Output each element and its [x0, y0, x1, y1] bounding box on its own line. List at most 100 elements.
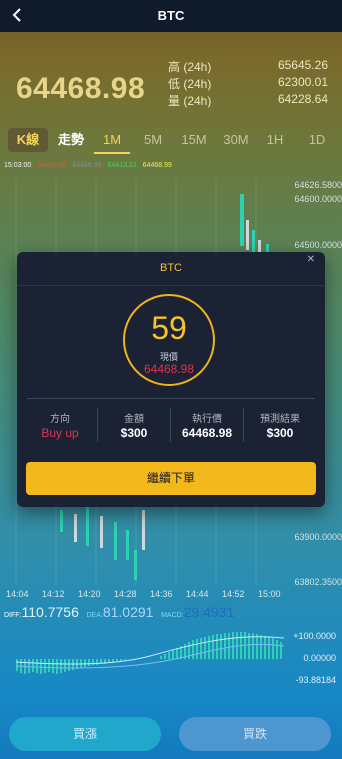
macd-bar: [160, 656, 162, 659]
stat-label: 低 (24h): [168, 77, 212, 91]
continue-order-button[interactable]: 繼續下單: [26, 462, 316, 495]
field-value: Buy up: [41, 426, 79, 440]
macd-bar: [56, 659, 58, 674]
close-icon[interactable]: ✕: [307, 254, 315, 265]
field-label: 金額: [124, 414, 144, 425]
macd-bar: [216, 634, 218, 659]
divider: [27, 398, 315, 399]
field-value: $300: [266, 426, 294, 440]
price-axis-label: 63802.3500: [294, 577, 342, 587]
macd-bar: [268, 637, 270, 659]
time-axis-label: 14:12: [42, 589, 65, 599]
field-value: 64468.98: [181, 426, 233, 440]
tab-interval-30m[interactable]: 30M: [218, 128, 254, 152]
macd-bar: [124, 659, 126, 660]
stat-label: 量 (24h): [168, 94, 212, 108]
candle: [100, 516, 103, 548]
indicator-value: 64468.98: [72, 162, 102, 169]
stats-24h: 高 (24h) 65645.26 低 (24h) 62300.01 量 (24h…: [168, 58, 328, 109]
macd-bar: [96, 659, 98, 665]
candle: [252, 230, 255, 254]
macd-bar: [256, 634, 258, 659]
indicator-time: 15:03:00: [4, 162, 32, 169]
tab-interval-15m[interactable]: 15M: [176, 128, 212, 152]
time-axis-label: 14:52: [222, 589, 245, 599]
indicator-value: 64468.99: [142, 162, 172, 169]
separator: [170, 408, 171, 442]
stat-label: 高 (24h): [168, 60, 212, 74]
time-axis-label: 14:36: [150, 589, 173, 599]
dea-label: DEA:: [86, 612, 103, 619]
macd-bar: [48, 659, 50, 672]
candle: [246, 220, 249, 250]
price-axis-label: 64600.0000: [294, 194, 342, 204]
candle: [142, 510, 145, 550]
tab-interval-1m[interactable]: 1M: [94, 128, 130, 154]
separator: [97, 408, 98, 442]
tab-interval-1h[interactable]: 1H: [260, 128, 290, 152]
field-strike-price: 執行價 64468.98: [172, 410, 242, 440]
macd-label: MACD:: [161, 612, 184, 619]
diff-value: 110.7756: [21, 604, 79, 620]
candle: [114, 522, 117, 560]
buy-down-button[interactable]: 買跌: [179, 717, 331, 751]
time-axis-label: 14:44: [186, 589, 209, 599]
tab-interval-1d[interactable]: 1D: [302, 128, 332, 152]
macd-bar: [32, 659, 34, 672]
tab-interval-5m[interactable]: 5M: [138, 128, 168, 152]
macd-bar: [196, 639, 198, 659]
top-bar: BTC: [0, 0, 342, 32]
macd-bar: [16, 659, 18, 671]
field-label: 執行價: [192, 414, 222, 425]
time-axis-label: 15:00: [258, 589, 281, 599]
price-axis-label: 63900.0000: [294, 532, 342, 542]
countdown-ring: 59 現價 64468.98: [123, 294, 215, 386]
diff-label: DIFF:: [4, 612, 22, 619]
macd-bar: [172, 650, 174, 659]
macd-bar: [176, 648, 178, 659]
field-amount: 金額 $300: [99, 410, 169, 440]
macd-bar: [52, 659, 54, 673]
macd-axis-label: -93.88184: [295, 675, 336, 685]
macd-bar: [220, 634, 222, 659]
macd-bar: [204, 637, 206, 659]
countdown-value: 59: [151, 310, 187, 346]
dea-value: 81.0291: [102, 604, 154, 620]
macd-bar: [192, 640, 194, 659]
order-confirm-modal: BTC ✕ 59 現價 64468.98 方向 Buy up 金額 $300 執…: [17, 252, 325, 507]
page-title: BTC: [157, 8, 185, 23]
field-label: 預測結果: [260, 414, 300, 425]
tab-kline[interactable]: K線: [8, 128, 48, 152]
stat-value: 62300.01: [277, 75, 328, 89]
macd-bar: [260, 635, 262, 659]
stat-value: 64228.64: [277, 92, 328, 106]
macd-bar: [228, 633, 230, 659]
modal-title: BTC: [160, 262, 182, 274]
candle: [60, 510, 63, 532]
modal-header: BTC ✕: [17, 252, 325, 286]
candle: [134, 550, 137, 580]
candle: [74, 514, 77, 542]
field-value: $300: [120, 426, 148, 440]
stat-low: 低 (24h) 62300.01: [168, 75, 328, 92]
candle: [126, 530, 129, 560]
field-predicted-result: 預測結果 $300: [245, 410, 315, 440]
current-price: 64468.98: [16, 72, 146, 105]
current-price-value: 64468.98: [143, 362, 195, 376]
macd-bar: [44, 659, 46, 673]
macd-histogram: [15, 632, 285, 674]
separator: [243, 408, 244, 442]
macd-bar: [88, 659, 90, 666]
macd-bar: [272, 638, 274, 659]
macd-bar: [168, 652, 170, 659]
macd-bar: [208, 636, 210, 659]
macd-bar: [212, 635, 214, 659]
price-axis-label: 64626.5800: [294, 180, 342, 190]
indicator-line: 15:03:00 64469.98 64468.98 64413.21 6446…: [4, 162, 176, 169]
indicator-value: 64469.98: [37, 162, 67, 169]
macd-bar: [28, 659, 30, 673]
macd-bar: [84, 659, 86, 667]
tab-trend[interactable]: 走勢: [56, 128, 86, 152]
chart-tabs: K線 走勢 1M 5M 15M 30M 1H 1D: [6, 128, 342, 154]
buy-up-button[interactable]: 買漲: [9, 717, 161, 751]
